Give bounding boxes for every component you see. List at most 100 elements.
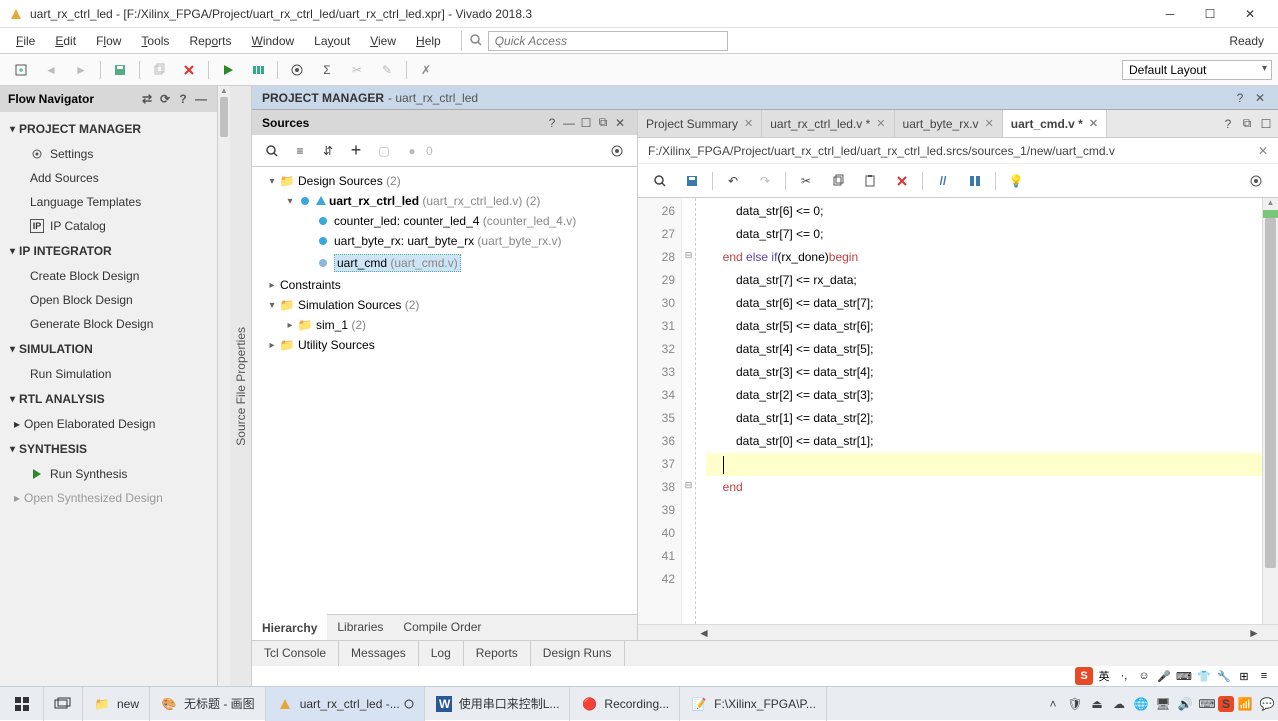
copy-button[interactable]	[146, 57, 172, 83]
run-button[interactable]	[215, 57, 241, 83]
taskbar-npp[interactable]: 📝 F:\Xilinx_FPGA\P...	[680, 687, 827, 721]
ime-menu-icon[interactable]: ≡	[1255, 667, 1273, 685]
fn-item[interactable]: Add Sources	[0, 166, 217, 190]
tab-uart-rx-ctrl-led[interactable]: uart_rx_ctrl_led.v *✕	[762, 110, 894, 137]
menu-tools[interactable]: Tools	[131, 30, 179, 52]
tray-shield-icon[interactable]: 🛡	[1064, 687, 1086, 721]
save-button[interactable]	[107, 57, 133, 83]
ed-search-icon[interactable]	[646, 167, 674, 195]
ed-bulb-icon[interactable]: 💡	[1002, 167, 1030, 195]
sogou-icon[interactable]: S	[1075, 667, 1093, 685]
ed-paste-icon[interactable]	[856, 167, 884, 195]
ed-save-icon[interactable]	[678, 167, 706, 195]
tray-network-icon[interactable]: 📶	[1234, 687, 1256, 721]
fn-section[interactable]: ▾SIMULATION	[0, 336, 217, 362]
sources-minimize-icon[interactable]: —	[562, 116, 576, 130]
tree-uart-byte-rx[interactable]: uart_byte_rx : uart_byte_rx (uart_byte_r…	[252, 231, 637, 251]
ed-settings-icon[interactable]	[1242, 167, 1270, 195]
path-close-icon[interactable]: ✕	[1258, 144, 1268, 158]
taskbar-folder-new[interactable]: 📁 new	[83, 687, 150, 721]
src-search-icon[interactable]	[260, 139, 284, 163]
src-collapse-icon[interactable]: ≡	[288, 139, 312, 163]
debug-button[interactable]: ✗	[413, 57, 439, 83]
ed-redo-icon[interactable]: ↷	[751, 167, 779, 195]
ime-skin-icon[interactable]: 👕	[1195, 667, 1213, 685]
editor-popout-icon[interactable]: ⧉	[1239, 116, 1255, 131]
pm-close-icon[interactable]: ✕	[1252, 91, 1268, 105]
minimize-button[interactable]: ─	[1150, 0, 1190, 28]
ed-delete-icon[interactable]	[888, 167, 916, 195]
tab-hierarchy[interactable]: Hierarchy	[252, 614, 327, 640]
cut-button[interactable]: ✂	[344, 57, 370, 83]
layout-select[interactable]: Default Layout	[1122, 60, 1272, 80]
fn-item[interactable]: Create Block Design	[0, 264, 217, 288]
vscrollbar[interactable]: ▲	[1262, 198, 1278, 624]
tray-cloud-icon[interactable]: ☁	[1108, 687, 1130, 721]
src-show-icon[interactable]: ●	[400, 139, 424, 163]
pencil-button[interactable]: ✎	[374, 57, 400, 83]
src-settings-icon[interactable]	[605, 139, 629, 163]
settings-button[interactable]	[284, 57, 310, 83]
help-icon[interactable]: ?	[175, 91, 191, 107]
tab-project-summary[interactable]: Project Summary✕	[638, 110, 762, 137]
sources-popout-icon[interactable]: ⧉	[596, 115, 610, 130]
fn-item[interactable]: Generate Block Design	[0, 312, 217, 336]
sources-help-icon[interactable]: ?	[545, 116, 559, 130]
ed-column-icon[interactable]	[961, 167, 989, 195]
tab-tcl-console[interactable]: Tcl Console	[252, 641, 339, 666]
taskbar-word[interactable]: W 使用串口来控制L...	[425, 687, 571, 721]
tab-reports[interactable]: Reports	[464, 641, 531, 666]
close-icon[interactable]: ✕	[1089, 117, 1098, 130]
menu-view[interactable]: View	[360, 30, 406, 52]
src-add-icon[interactable]: +	[344, 139, 368, 163]
ed-copy-icon[interactable]	[824, 167, 852, 195]
source-file-properties-tab[interactable]: Source File Properties	[230, 86, 252, 686]
tray-volume-icon[interactable]: 🔊	[1174, 687, 1196, 721]
tab-messages[interactable]: Messages	[339, 641, 419, 666]
nav-scrollbar[interactable]: ▲	[218, 86, 230, 686]
ime-lang[interactable]: 英	[1095, 667, 1113, 685]
minimize-panel-icon[interactable]: —	[193, 91, 209, 107]
tree-uart-cmd[interactable]: uart_cmd (uart_cmd.v)	[252, 251, 637, 275]
taskview-button[interactable]	[44, 687, 83, 721]
back-button[interactable]: ◄	[38, 57, 64, 83]
menu-window[interactable]: Window	[241, 30, 304, 52]
src-edit-icon[interactable]: ▢	[372, 139, 396, 163]
fn-item[interactable]: Run Synthesis	[0, 462, 217, 486]
taskbar-paint[interactable]: 🎨 无标题 - 画图	[150, 687, 266, 721]
menu-flow[interactable]: Flow	[86, 30, 131, 52]
tray-action-icon[interactable]: 💬	[1256, 687, 1278, 721]
tree-sim-sources[interactable]: ▾📁 Simulation Sources (2)	[252, 295, 637, 315]
sources-maximize-icon[interactable]: ☐	[579, 116, 593, 130]
hscrollbar[interactable]: ◄ ►	[638, 624, 1278, 640]
close-icon[interactable]: ✕	[744, 117, 753, 130]
src-expand-icon[interactable]: ⇵	[316, 139, 340, 163]
close-icon[interactable]: ✕	[876, 117, 885, 130]
close-icon[interactable]: ✕	[985, 117, 994, 130]
tab-design-runs[interactable]: Design Runs	[531, 641, 625, 666]
ime-grid-icon[interactable]: ⊞	[1235, 667, 1253, 685]
fn-section[interactable]: ▾IP INTEGRATOR	[0, 238, 217, 264]
fn-item[interactable]: ▸Open Elaborated Design	[0, 412, 217, 436]
fn-item[interactable]: IPIP Catalog	[0, 214, 217, 238]
fn-item[interactable]: Run Simulation	[0, 362, 217, 386]
menu-layout[interactable]: Layout	[304, 30, 360, 52]
editor-help-icon[interactable]: ?	[1220, 117, 1236, 131]
tree-counter-led[interactable]: counter_led : counter_led_4 (counter_led…	[252, 211, 637, 231]
tab-uart-cmd[interactable]: uart_cmd.v *✕	[1003, 110, 1107, 137]
taskbar-recording[interactable]: 🔴 Recording...	[570, 687, 680, 721]
step-button[interactable]	[245, 57, 271, 83]
start-button[interactable]	[0, 687, 44, 721]
tree-sim1[interactable]: ▸📁 sim_1 (2)	[252, 315, 637, 335]
tab-libraries[interactable]: Libraries	[327, 615, 393, 640]
tray-up-icon[interactable]: ˄	[1042, 687, 1064, 721]
tab-log[interactable]: Log	[419, 641, 464, 666]
tree-top-module[interactable]: ▾ uart_rx_ctrl_led (uart_rx_ctrl_led.v) …	[252, 191, 637, 211]
forward-button[interactable]: ►	[68, 57, 94, 83]
tray-sogou-icon[interactable]: S	[1218, 696, 1234, 712]
fn-section[interactable]: ▾RTL ANALYSIS	[0, 386, 217, 412]
menu-edit[interactable]: Edit	[45, 30, 86, 52]
taskbar-vivado[interactable]: uart_rx_ctrl_led -...	[266, 687, 425, 721]
new-button[interactable]	[8, 57, 34, 83]
ime-emoji-icon[interactable]: ☺	[1135, 667, 1153, 685]
